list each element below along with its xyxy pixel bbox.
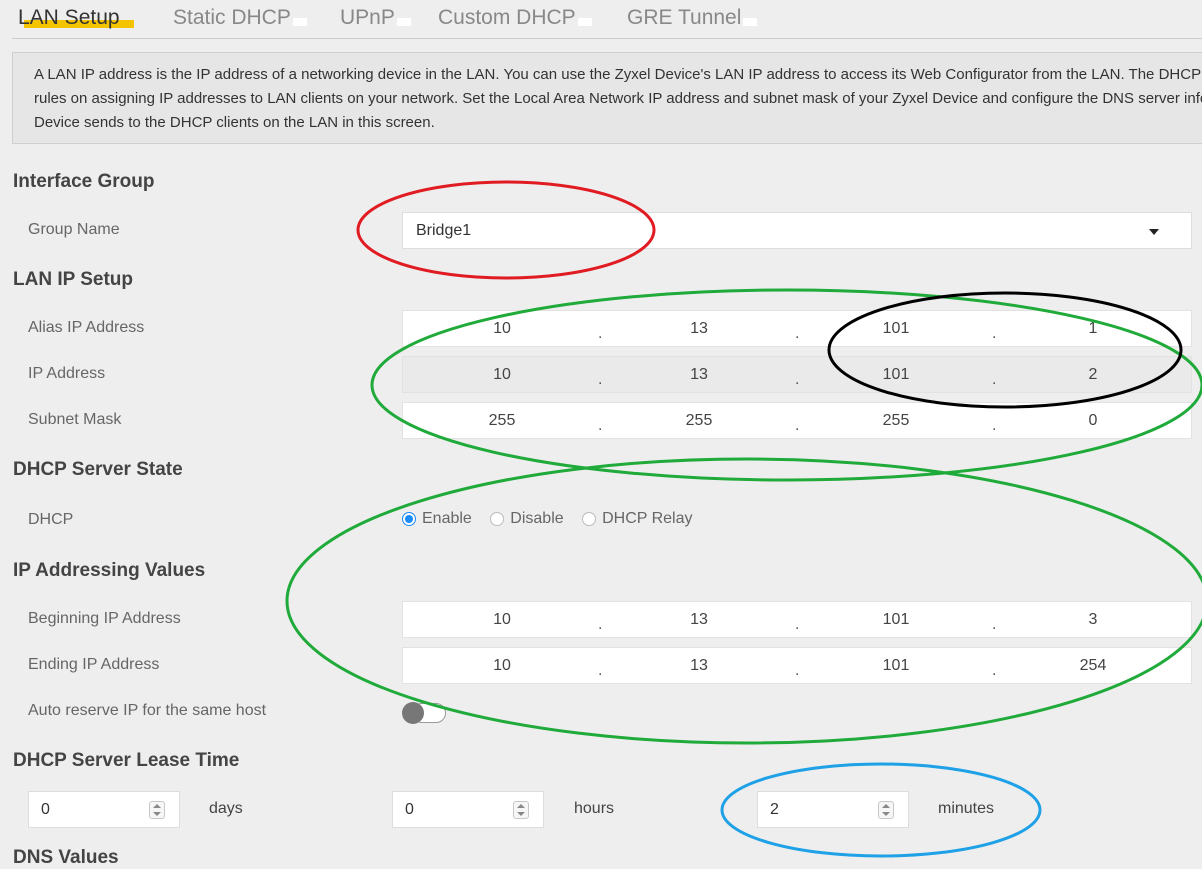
begin-ip-label: Beginning IP Address [28, 610, 181, 627]
mask-octet-4[interactable]: 0 [1063, 412, 1123, 430]
dhcp-radio-group: Enable Disable DHCP Relay [402, 510, 707, 528]
auto-reserve-label: Auto reserve IP for the same host [28, 702, 267, 719]
mask-octet-3[interactable]: 255 [866, 412, 926, 430]
tab-gre-tunnel[interactable]: GRE Tunnel [627, 6, 758, 30]
ip-address-field: 10 . 13 . 101 . 2 [402, 356, 1192, 393]
end-ip-field: 10 . 13 . 101 . 254 [402, 647, 1192, 684]
end-ip-octet-4[interactable]: 254 [1063, 657, 1123, 675]
dhcp-option-relay[interactable]: DHCP Relay [582, 510, 693, 528]
group-name-select[interactable]: Bridge1 [402, 212, 1192, 249]
tab-bar: LAN Setup Static DHCP UPnP Custom DHCP G… [0, 0, 1202, 38]
section-title-lease-time: DHCP Server Lease Time [13, 750, 240, 771]
tab-divider [12, 38, 1202, 39]
hours-label: hours [574, 800, 615, 817]
section-title-ip-values: IP Addressing Values [13, 560, 206, 581]
begin-ip-octet-3[interactable]: 101 [866, 611, 926, 629]
mask-octet-2[interactable]: 255 [669, 412, 729, 430]
mask-octet-1[interactable]: 255 [472, 412, 532, 430]
lease-minutes-input[interactable]: 2 [757, 791, 909, 828]
ip-address-label: IP Address [28, 365, 106, 382]
lease-days-value: 0 [41, 801, 50, 818]
group-name-label: Group Name [28, 221, 120, 238]
section-title-lan-ip: LAN IP Setup [13, 269, 133, 290]
toggle-knob [402, 702, 424, 724]
begin-ip-octet-1[interactable]: 10 [472, 611, 532, 629]
tab-label: GRE Tunnel [627, 6, 742, 29]
tab-static-dhcp[interactable]: Static DHCP [173, 6, 307, 30]
ip-octet-4: 2 [1088, 366, 1098, 383]
radio-unchecked-icon [582, 511, 597, 526]
tab-label: LAN Setup [18, 6, 120, 29]
dhcp-option-enable[interactable]: Enable [402, 510, 472, 528]
caret-down-icon [1149, 229, 1159, 235]
begin-ip-octet-2[interactable]: 13 [669, 611, 729, 629]
dhcp-label: DHCP [28, 511, 74, 528]
days-label: days [209, 800, 243, 817]
tab-label: UPnP [340, 6, 395, 29]
tab-label: Custom DHCP [438, 6, 576, 29]
auto-reserve-toggle[interactable] [402, 702, 446, 724]
tab-label: Static DHCP [173, 6, 291, 29]
subnet-mask-label: Subnet Mask [28, 411, 122, 428]
alias-ip-octet-2[interactable]: 13 [669, 320, 729, 338]
section-title-dns: DNS Values [13, 847, 119, 868]
end-ip-octet-2[interactable]: 13 [669, 657, 729, 675]
info-line: Device sends to the DHCP clients on the … [34, 114, 435, 131]
end-ip-octet-3[interactable]: 101 [866, 657, 926, 675]
info-line: A LAN IP address is the IP address of a … [34, 66, 1202, 83]
spinner-arrows-icon[interactable] [149, 801, 165, 819]
ip-octet-1: 10 [493, 366, 511, 383]
tab-lan-setup[interactable]: LAN Setup [18, 6, 134, 30]
end-ip-label: Ending IP Address [28, 656, 160, 673]
minutes-label: minutes [938, 800, 995, 817]
group-name-value: Bridge1 [416, 222, 472, 239]
tab-upnp[interactable]: UPnP [340, 6, 411, 30]
lease-minutes-value: 2 [770, 801, 779, 818]
alias-ip-octet-3[interactable]: 101 [866, 320, 926, 338]
info-line: rules on assigning IP addresses to LAN c… [34, 90, 1202, 107]
lease-days-input[interactable]: 0 [28, 791, 180, 828]
spinner-arrows-icon[interactable] [513, 801, 529, 819]
alias-ip-octet-4[interactable]: 1 [1063, 320, 1123, 338]
section-title-dhcp-state: DHCP Server State [13, 459, 183, 480]
spinner-arrows-icon[interactable] [878, 801, 894, 819]
radio-unchecked-icon [490, 511, 505, 526]
lease-hours-value: 0 [405, 801, 414, 818]
lease-hours-input[interactable]: 0 [392, 791, 544, 828]
section-title-interface-group: Interface Group [13, 171, 155, 192]
end-ip-octet-1[interactable]: 10 [472, 657, 532, 675]
alias-ip-octet-1[interactable]: 10 [472, 320, 532, 338]
radio-checked-icon [402, 511, 416, 526]
subnet-mask-field: 255 . 255 . 255 . 0 [402, 402, 1192, 439]
info-box: A LAN IP address is the IP address of a … [12, 52, 1202, 144]
alias-ip-field: 10 . 13 . 101 . 1 [402, 310, 1192, 347]
tab-custom-dhcp[interactable]: Custom DHCP [438, 6, 592, 30]
dhcp-option-disable[interactable]: Disable [490, 510, 564, 528]
alias-ip-label: Alias IP Address [28, 319, 145, 336]
begin-ip-octet-4[interactable]: 3 [1063, 611, 1123, 629]
ip-octet-2: 13 [690, 366, 708, 383]
begin-ip-field: 10 . 13 . 101 . 3 [402, 601, 1192, 638]
ip-octet-3: 101 [882, 366, 910, 383]
